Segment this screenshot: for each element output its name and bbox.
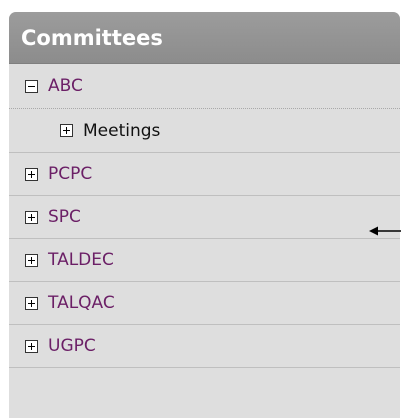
tree-item-label[interactable]: PCPC: [48, 164, 92, 184]
tree-item-label[interactable]: SPC: [48, 207, 81, 227]
plus-box-icon[interactable]: [25, 339, 38, 353]
tree-item-taldec[interactable]: TALDEC: [9, 239, 400, 282]
tree-item-abc[interactable]: ABC: [9, 64, 400, 109]
tree-item-spc[interactable]: SPC: [9, 196, 400, 239]
tree-item-label[interactable]: ABC: [48, 76, 83, 96]
panel-title: Committees: [9, 12, 400, 64]
minus-box-icon[interactable]: [25, 79, 38, 93]
tree-item-talqac[interactable]: TALQAC: [9, 282, 400, 325]
plus-box-icon[interactable]: [60, 124, 73, 137]
tree-item-label[interactable]: Meetings: [83, 121, 160, 141]
tree-item-label[interactable]: TALQAC: [48, 293, 115, 313]
tree-item-label[interactable]: TALDEC: [48, 250, 114, 270]
committees-panel: Committees ABC Meetings PCPC SPC TALDEC …: [9, 12, 400, 418]
plus-box-icon[interactable]: [25, 210, 38, 224]
tree-item-pcpc[interactable]: PCPC: [9, 153, 400, 196]
plus-box-icon[interactable]: [25, 296, 38, 310]
tree-item-meetings[interactable]: Meetings: [9, 109, 400, 153]
tree-item-ugpc[interactable]: UGPC: [9, 325, 400, 368]
left-arrow-icon: [369, 226, 401, 236]
plus-box-icon[interactable]: [25, 253, 38, 267]
plus-box-icon[interactable]: [25, 167, 38, 181]
tree-item-label[interactable]: UGPC: [48, 336, 96, 356]
